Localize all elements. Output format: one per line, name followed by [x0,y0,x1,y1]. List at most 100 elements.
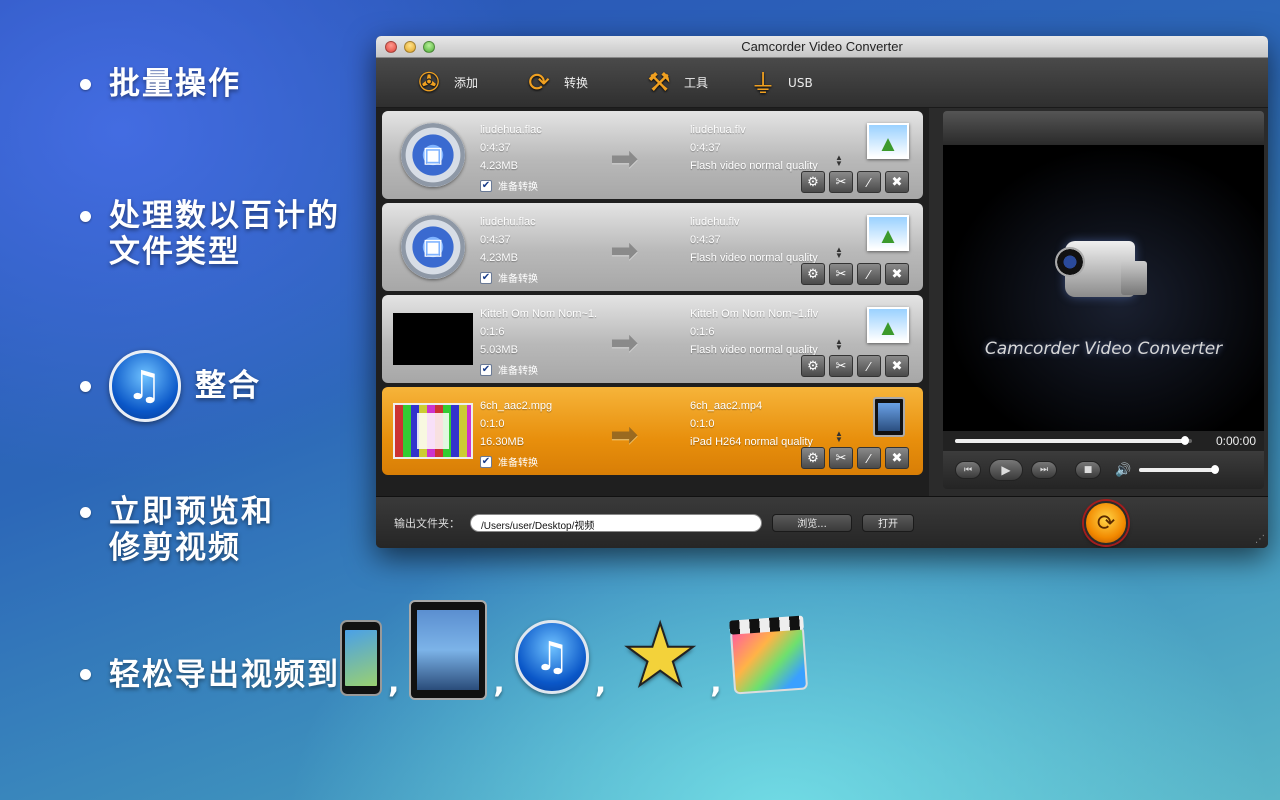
tools-icon: ⚒ [647,67,671,98]
feature-batch-text: 批量操作 [109,66,241,102]
output-folder-label: 输出文件夹： [394,516,460,530]
start-convert-button[interactable]: ⟳ [1084,501,1128,545]
output-duration: 0:1:6 [690,326,715,338]
usb-button[interactable]: ⏚ USB [746,66,813,100]
output-bar: 输出文件夹： /Users/user/Desktop/视频 浏览... 打开 ⟳… [376,496,1268,548]
edit-wand-button[interactable]: ⁄ [857,447,881,469]
settings-gear-button[interactable]: ⚙ [801,447,825,469]
ready-checkbox[interactable]: ✔ 准备转换 [480,454,538,469]
status-label: 准备转换 [498,366,538,377]
bullet [80,79,91,90]
feature-batch: 批量操作 [80,66,241,102]
stepper-arrows-icon[interactable]: ▲ ▼ [835,338,843,352]
file-row[interactable]: Kitteh Om Nom Nom~1. 0:1:6 5.03MB ➡ Kitt… [382,295,923,383]
source-filename: liudehua.flac [480,124,542,136]
play-button[interactable]: ▶ [989,459,1023,481]
trim-scissors-button[interactable]: ✂ [829,355,853,377]
source-size: 16.30MB [480,436,525,448]
trim-scissors-button[interactable]: ✂ [829,171,853,193]
output-filename: liudehua.flv [690,124,746,136]
film-reel-icon: ✇ [418,67,440,98]
arrow-right-icon: ➡ [610,416,639,454]
feature-export-text: 轻松导出视频到 [109,657,340,693]
settings-gear-button[interactable]: ⚙ [801,263,825,285]
edit-wand-button[interactable]: ⁄ [857,355,881,377]
output-quality-select[interactable]: Flash video normal quality [690,249,818,267]
file-row[interactable]: ▣ liudehua.flac 0:4:37 4.23MB ➡ liudehua… [382,111,923,199]
main-content: ▣ liudehua.flac 0:4:37 4.23MB ➡ liudehua… [376,108,1268,496]
volume-handle[interactable] [1211,465,1220,474]
output-filename: 6ch_aac2.mp4 [690,400,763,412]
output-quality-select[interactable]: iPad H264 normal quality [690,433,813,451]
bullet [80,211,91,222]
file-thumbnail: ▣ [392,211,474,283]
stop-button[interactable]: ■ [1075,461,1101,479]
settings-gear-button[interactable]: ⚙ [801,171,825,193]
row-actions: ⚙ ✂ ⁄ ✖ [801,171,909,193]
feature-preview-trim-text: 立即预览和 修剪视频 [109,494,274,566]
checkmark-icon: ✔ [480,363,492,376]
convert-button[interactable]: ⟳ 转换 [522,66,588,100]
stepper-arrows-icon[interactable]: ▲ ▼ [835,154,843,168]
ready-checkbox[interactable]: ✔ 准备转换 [480,362,538,377]
file-row-selected[interactable]: 6ch_aac2.mpg 0:1:0 16.30MB ➡ 6ch_aac2.mp… [382,387,923,475]
video-screen[interactable]: Camcorder Video Converter [943,145,1264,431]
remove-button[interactable]: ✖ [885,355,909,377]
output-quality-select[interactable]: Flash video normal quality [690,157,818,175]
output-filename: liudehu.flv [690,216,740,228]
trim-scissors-button[interactable]: ✂ [829,263,853,285]
source-size: 4.23MB [480,252,518,264]
feature-file-types-line1: 处理数以百计的 [109,198,340,234]
output-quality-select[interactable]: Flash video normal quality [690,341,818,359]
seek-slider[interactable] [955,436,1192,445]
feature-preview-trim: 立即预览和 修剪视频 [80,494,274,566]
remove-button[interactable]: ✖ [885,263,909,285]
source-duration: 0:4:37 [480,234,511,246]
edit-wand-button[interactable]: ⁄ [857,171,881,193]
volume-icon: 🔊 [1115,462,1132,478]
media-disc-icon: ▣ [401,215,465,279]
open-button[interactable]: 打开 [862,513,914,532]
ready-checkbox[interactable]: ✔ 准备转换 [480,178,538,193]
source-size: 5.03MB [480,344,518,356]
panel-divider[interactable] [929,108,943,496]
output-info: 6ch_aac2.mp4 0:1:0 iPad H264 normal qual… [690,397,813,451]
stepper-arrows-icon[interactable]: ▲ ▼ [835,246,843,260]
arrow-right-icon: ➡ [610,232,639,270]
trim-scissors-button[interactable]: ✂ [829,447,853,469]
settings-gear-button[interactable]: ⚙ [801,355,825,377]
player-header [943,111,1264,145]
output-info: Kitteh Om Nom Nom~1.flv 0:1:6 Flash vide… [690,305,818,359]
ready-checkbox[interactable]: ✔ 准备转换 [480,270,538,285]
remove-button[interactable]: ✖ [885,171,909,193]
stepper-arrows-icon[interactable]: ▲ ▼ [835,430,843,444]
file-row[interactable]: ▣ liudehu.flac 0:4:37 4.23MB ➡ liudehu.f… [382,203,923,291]
file-thumbnail [392,395,474,467]
separator-comma: , [388,665,400,700]
skip-forward-button[interactable]: ⏭ [1031,461,1057,479]
usb-label: USB [788,75,813,90]
source-size: 4.23MB [480,160,518,172]
output-folder-input[interactable]: /Users/user/Desktop/视频 [470,513,762,532]
add-button[interactable]: ✇ 添加 [412,66,478,100]
app-window: Camcorder Video Converter ✇ 添加 ⟳ 转换 ⚒ 工具… [376,36,1268,548]
checkmark-icon: ✔ [480,179,492,192]
source-filename: 6ch_aac2.mpg [480,400,553,412]
imovie-icon: ★ [621,606,700,706]
edit-wand-button[interactable]: ⁄ [857,263,881,285]
volume-slider[interactable] [1139,465,1220,474]
skip-back-button[interactable]: ⏮ [955,461,981,479]
bullet [80,507,91,518]
tools-button[interactable]: ⚒ 工具 [642,66,708,100]
convert-label: 转换 [564,76,589,90]
remove-button[interactable]: ✖ [885,447,909,469]
tools-label: 工具 [684,76,709,90]
checkmark-icon: ✔ [480,271,492,284]
timecode: 0:00:00 [1215,434,1256,448]
resize-grip-icon[interactable]: ⋰ [1255,534,1265,545]
browse-button[interactable]: 浏览... [772,513,852,532]
output-filename: Kitteh Om Nom Nom~1.flv [690,308,819,320]
seek-handle[interactable] [1180,436,1189,445]
checkmark-icon: ✔ [480,455,492,468]
row-actions: ⚙ ✂ ⁄ ✖ [801,355,909,377]
